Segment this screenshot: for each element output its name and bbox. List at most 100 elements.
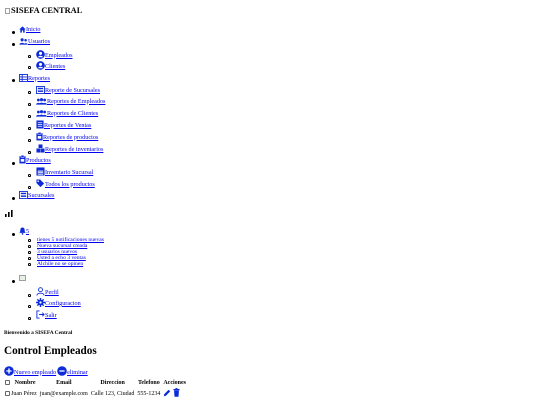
list-bullet bbox=[12, 43, 15, 46]
menu-link-configuracion[interactable]: Configuracion bbox=[45, 300, 81, 307]
nav-item-inicio[interactable]: Inicio bbox=[19, 26, 40, 33]
table-row: Juan Pérez juan@example.com Calle 123, C… bbox=[3, 388, 188, 399]
nav-item-rep-inventarios[interactable]: Reportes de inventarios bbox=[36, 144, 103, 153]
pencil-icon[interactable] bbox=[163, 389, 171, 397]
nav-item-rep-empleados[interactable]: Reportes de Empleados bbox=[36, 98, 105, 105]
nav-link-empleados[interactable]: Empleados bbox=[45, 52, 73, 59]
notification-item[interactable]: tienes 5 notificaciones nuevas bbox=[37, 237, 104, 243]
menu-item-configuracion[interactable]: Configuracion bbox=[36, 298, 81, 307]
list-bullet bbox=[28, 127, 31, 130]
select-all-cell[interactable] bbox=[3, 378, 12, 388]
team-icon bbox=[36, 98, 47, 105]
menu-link-salir[interactable]: Salir bbox=[45, 312, 57, 319]
name-cell: Juan Pérez bbox=[3, 388, 38, 399]
team-icon bbox=[36, 110, 47, 117]
trash-icon[interactable] bbox=[173, 388, 180, 397]
delete-button[interactable]: eliminar bbox=[67, 369, 88, 376]
logout-icon bbox=[36, 310, 45, 319]
user-circle-icon bbox=[36, 61, 45, 70]
list-bullet bbox=[28, 151, 31, 154]
list-bullet bbox=[28, 317, 31, 320]
list-bullet bbox=[12, 233, 15, 236]
list-bullet bbox=[12, 162, 15, 165]
list-bullet bbox=[28, 245, 31, 248]
nav-item-todos-productos[interactable]: Todos los productos bbox=[36, 179, 95, 188]
actions-cell bbox=[162, 388, 188, 399]
nav-item-empleados[interactable]: Empleados bbox=[36, 50, 73, 59]
plus-circle-icon bbox=[4, 366, 14, 376]
users-icon bbox=[19, 38, 28, 45]
nav-link-rep-productos[interactable]: Reportes de productos bbox=[43, 134, 98, 141]
notification-item[interactable]: Nueva sucursal creada bbox=[37, 243, 87, 249]
nav-item-inventario-sucursal[interactable]: Inventario Sucursal bbox=[36, 167, 93, 176]
list-bullet bbox=[28, 251, 31, 254]
boxes-icon bbox=[36, 144, 45, 153]
nav-link-reportes[interactable]: Reportes bbox=[28, 75, 50, 82]
list-bullet bbox=[28, 305, 31, 308]
minus-circle-icon bbox=[57, 366, 67, 376]
nav-link-clientes[interactable]: Clientes bbox=[45, 63, 65, 70]
nav-link-rep-sucursales[interactable]: Reporte de Sucursales bbox=[45, 87, 100, 94]
brand-logo[interactable]: SISEFA CENTRAL bbox=[5, 6, 82, 15]
email-cell: juan@example.com bbox=[39, 390, 88, 397]
nav-item-rep-productos[interactable]: Reportes de productos bbox=[36, 132, 98, 141]
store-icon bbox=[19, 191, 28, 199]
column-header: Email bbox=[56, 380, 72, 386]
notification-item[interactable]: Usted a echo 3 ventas bbox=[37, 255, 86, 261]
bell-icon bbox=[19, 227, 26, 235]
nav-link-inventario-sucursal[interactable]: Inventario Sucursal bbox=[45, 169, 93, 176]
action-bar: Nuevo empleado eliminar bbox=[4, 366, 88, 376]
column-header: Telefono bbox=[137, 380, 160, 386]
row-checkbox[interactable] bbox=[4, 390, 10, 396]
nav-item-rep-ventas[interactable]: Reportes de Ventas bbox=[36, 120, 91, 129]
nav-link-rep-ventas[interactable]: Reportes de Ventas bbox=[44, 122, 91, 129]
menu-item-salir[interactable]: Salir bbox=[36, 310, 57, 319]
list-bullet bbox=[28, 103, 31, 106]
nav-link-rep-clientes[interactable]: Reportes de Clientes bbox=[47, 110, 98, 117]
list-bullet bbox=[28, 115, 31, 118]
table-icon bbox=[19, 74, 28, 82]
list-bullet bbox=[12, 197, 15, 200]
nav-link-inicio[interactable]: Inicio bbox=[26, 26, 40, 33]
signal-bars-icon[interactable] bbox=[5, 210, 13, 217]
menu-link-perfil[interactable]: Perfil bbox=[45, 289, 59, 296]
notification-item[interactable]: 3 usuarios nuevos bbox=[37, 249, 77, 255]
brand-name: SISEFA CENTRAL bbox=[11, 6, 83, 15]
nav-item-clientes[interactable]: Clientes bbox=[36, 61, 65, 70]
notifications-count[interactable]: 5 bbox=[26, 228, 29, 235]
nav-link-sucursales[interactable]: Sucursales bbox=[28, 192, 54, 199]
list-bullet bbox=[28, 263, 31, 266]
notifications-toggle[interactable]: 5 bbox=[19, 227, 29, 235]
nav-item-usuarios[interactable]: Usuarios bbox=[19, 38, 50, 45]
list-bullet bbox=[12, 79, 15, 82]
nav-item-rep-sucursales[interactable]: Reporte de Sucursales bbox=[36, 86, 100, 94]
nav-item-reportes[interactable]: Reportes bbox=[19, 74, 50, 82]
nav-link-productos[interactable]: Productos bbox=[26, 157, 51, 164]
user-circle-icon bbox=[36, 50, 45, 59]
store-icon bbox=[36, 86, 45, 94]
nav-item-rep-clientes[interactable]: Reportes de Clientes bbox=[36, 110, 98, 117]
user-icon bbox=[36, 287, 45, 296]
nav-link-usuarios[interactable]: Usuarios bbox=[28, 38, 50, 45]
nav-item-productos[interactable]: Productos bbox=[19, 155, 51, 164]
column-header: Direccion bbox=[100, 380, 125, 386]
column-header: Acciones bbox=[163, 380, 187, 386]
welcome-text: Bienvenido a SISEFA Central bbox=[4, 330, 73, 336]
list-bullet bbox=[28, 174, 31, 177]
menu-item-perfil[interactable]: Perfil bbox=[36, 287, 59, 296]
nav-link-rep-inventarios[interactable]: Reportes de inventarios bbox=[45, 146, 103, 153]
notification-item[interactable]: Alchile no se opinen bbox=[37, 261, 83, 267]
list-bullet bbox=[28, 239, 31, 242]
list-bullet bbox=[28, 66, 31, 69]
nav-link-rep-empleados[interactable]: Reportes de Empleados bbox=[47, 98, 105, 105]
nav-link-todos-productos[interactable]: Todos los productos bbox=[45, 181, 95, 188]
phone-cell: 555-1234 bbox=[137, 390, 161, 397]
home-icon bbox=[19, 26, 26, 33]
list-bullet bbox=[28, 55, 31, 58]
new-employee-button[interactable]: Nuevo empleado bbox=[14, 369, 56, 376]
select-all-checkbox[interactable] bbox=[4, 380, 10, 386]
user-avatar[interactable] bbox=[19, 275, 26, 281]
invoice-icon bbox=[36, 120, 44, 129]
nav-item-sucursales[interactable]: Sucursales bbox=[19, 191, 54, 199]
notification-list: tienes 5 notificaciones nuevas Nueva suc… bbox=[37, 237, 104, 267]
